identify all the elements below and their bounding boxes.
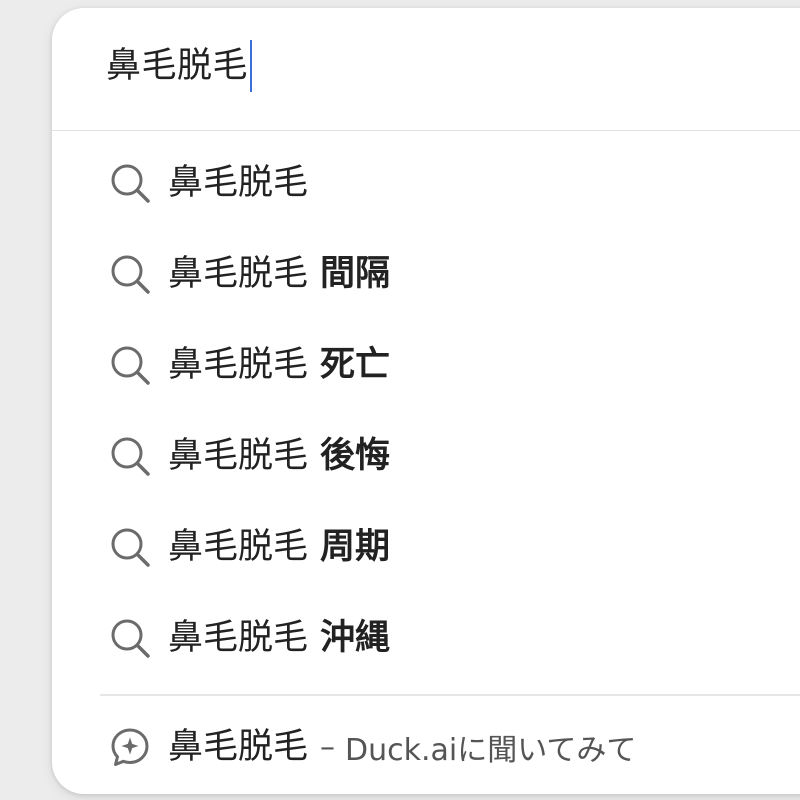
suggestion-text: 鼻毛脱毛 後悔 [168,436,390,476]
text-caret [250,39,253,92]
suggestion-item[interactable]: 鼻毛脱毛 沖縄 [52,592,800,683]
search-icon [108,434,152,478]
suggestion-query: 鼻毛脱毛 [168,526,309,567]
suggestion-list: 鼻毛脱毛 鼻毛脱毛 間隔 鼻毛脱毛 死亡 鼻毛脱毛 後悔 鼻毛脱毛 周期 鼻毛脱… [52,137,800,683]
suggestion-text: 鼻毛脱毛 間隔 [168,254,390,294]
suggestion-query: 鼻毛脱毛 [168,435,309,476]
suggestion-text: 鼻毛脱毛 [168,163,308,203]
suggestion-item[interactable]: 鼻毛脱毛 死亡 [52,319,800,410]
suggestion-text: 鼻毛脱毛 周期 [168,527,390,567]
suggestion-query: 鼻毛脱毛 [168,617,309,658]
suggestion-item[interactable]: 鼻毛脱毛 周期 [52,501,800,592]
suggestion-suffix: 間隔 [320,253,391,294]
suggestion-suffix: 周期 [320,526,391,567]
search-icon [108,343,152,387]
search-icon [108,525,152,569]
suggestion-suffix: 後悔 [320,435,391,476]
suggestion-suffix: 沖縄 [320,617,391,658]
search-query-text[interactable]: 鼻毛脱毛 [106,46,248,86]
suggestion-text: 鼻毛脱毛 死亡 [168,345,390,385]
search-divider [52,130,800,131]
ai-divider [100,694,800,696]
suggestion-query: 鼻毛脱毛 [168,344,309,385]
search-field[interactable]: 鼻毛脱毛 [52,8,800,123]
search-icon [108,616,152,660]
search-icon [108,161,152,205]
search-icon [108,252,152,296]
suggestion-query: 鼻毛脱毛 [168,162,309,203]
ai-suggestion-dash: – [320,729,336,765]
suggestion-item[interactable]: 鼻毛脱毛 間隔 [52,228,800,319]
suggestion-item[interactable]: 鼻毛脱毛 [52,137,800,228]
suggestion-text: 鼻毛脱毛 沖縄 [168,618,390,658]
suggestion-item[interactable]: 鼻毛脱毛 後悔 [52,410,800,501]
ai-suggestion-prompt: Duck.aiに聞いてみて [345,733,637,768]
search-autocomplete-panel: 鼻毛脱毛 鼻毛脱毛 鼻毛脱毛 間隔 鼻毛脱毛 死亡 鼻毛脱毛 後悔 鼻毛脱毛 周… [52,8,800,794]
suggestion-query: 鼻毛脱毛 [168,253,309,294]
ai-suggestion-query: 鼻毛脱毛 [168,727,309,767]
suggestion-suffix: 死亡 [320,344,391,385]
duck-ai-chat-icon [108,725,152,769]
ask-duck-ai-item[interactable]: 鼻毛脱毛 – Duck.aiに聞いてみて [52,701,800,793]
